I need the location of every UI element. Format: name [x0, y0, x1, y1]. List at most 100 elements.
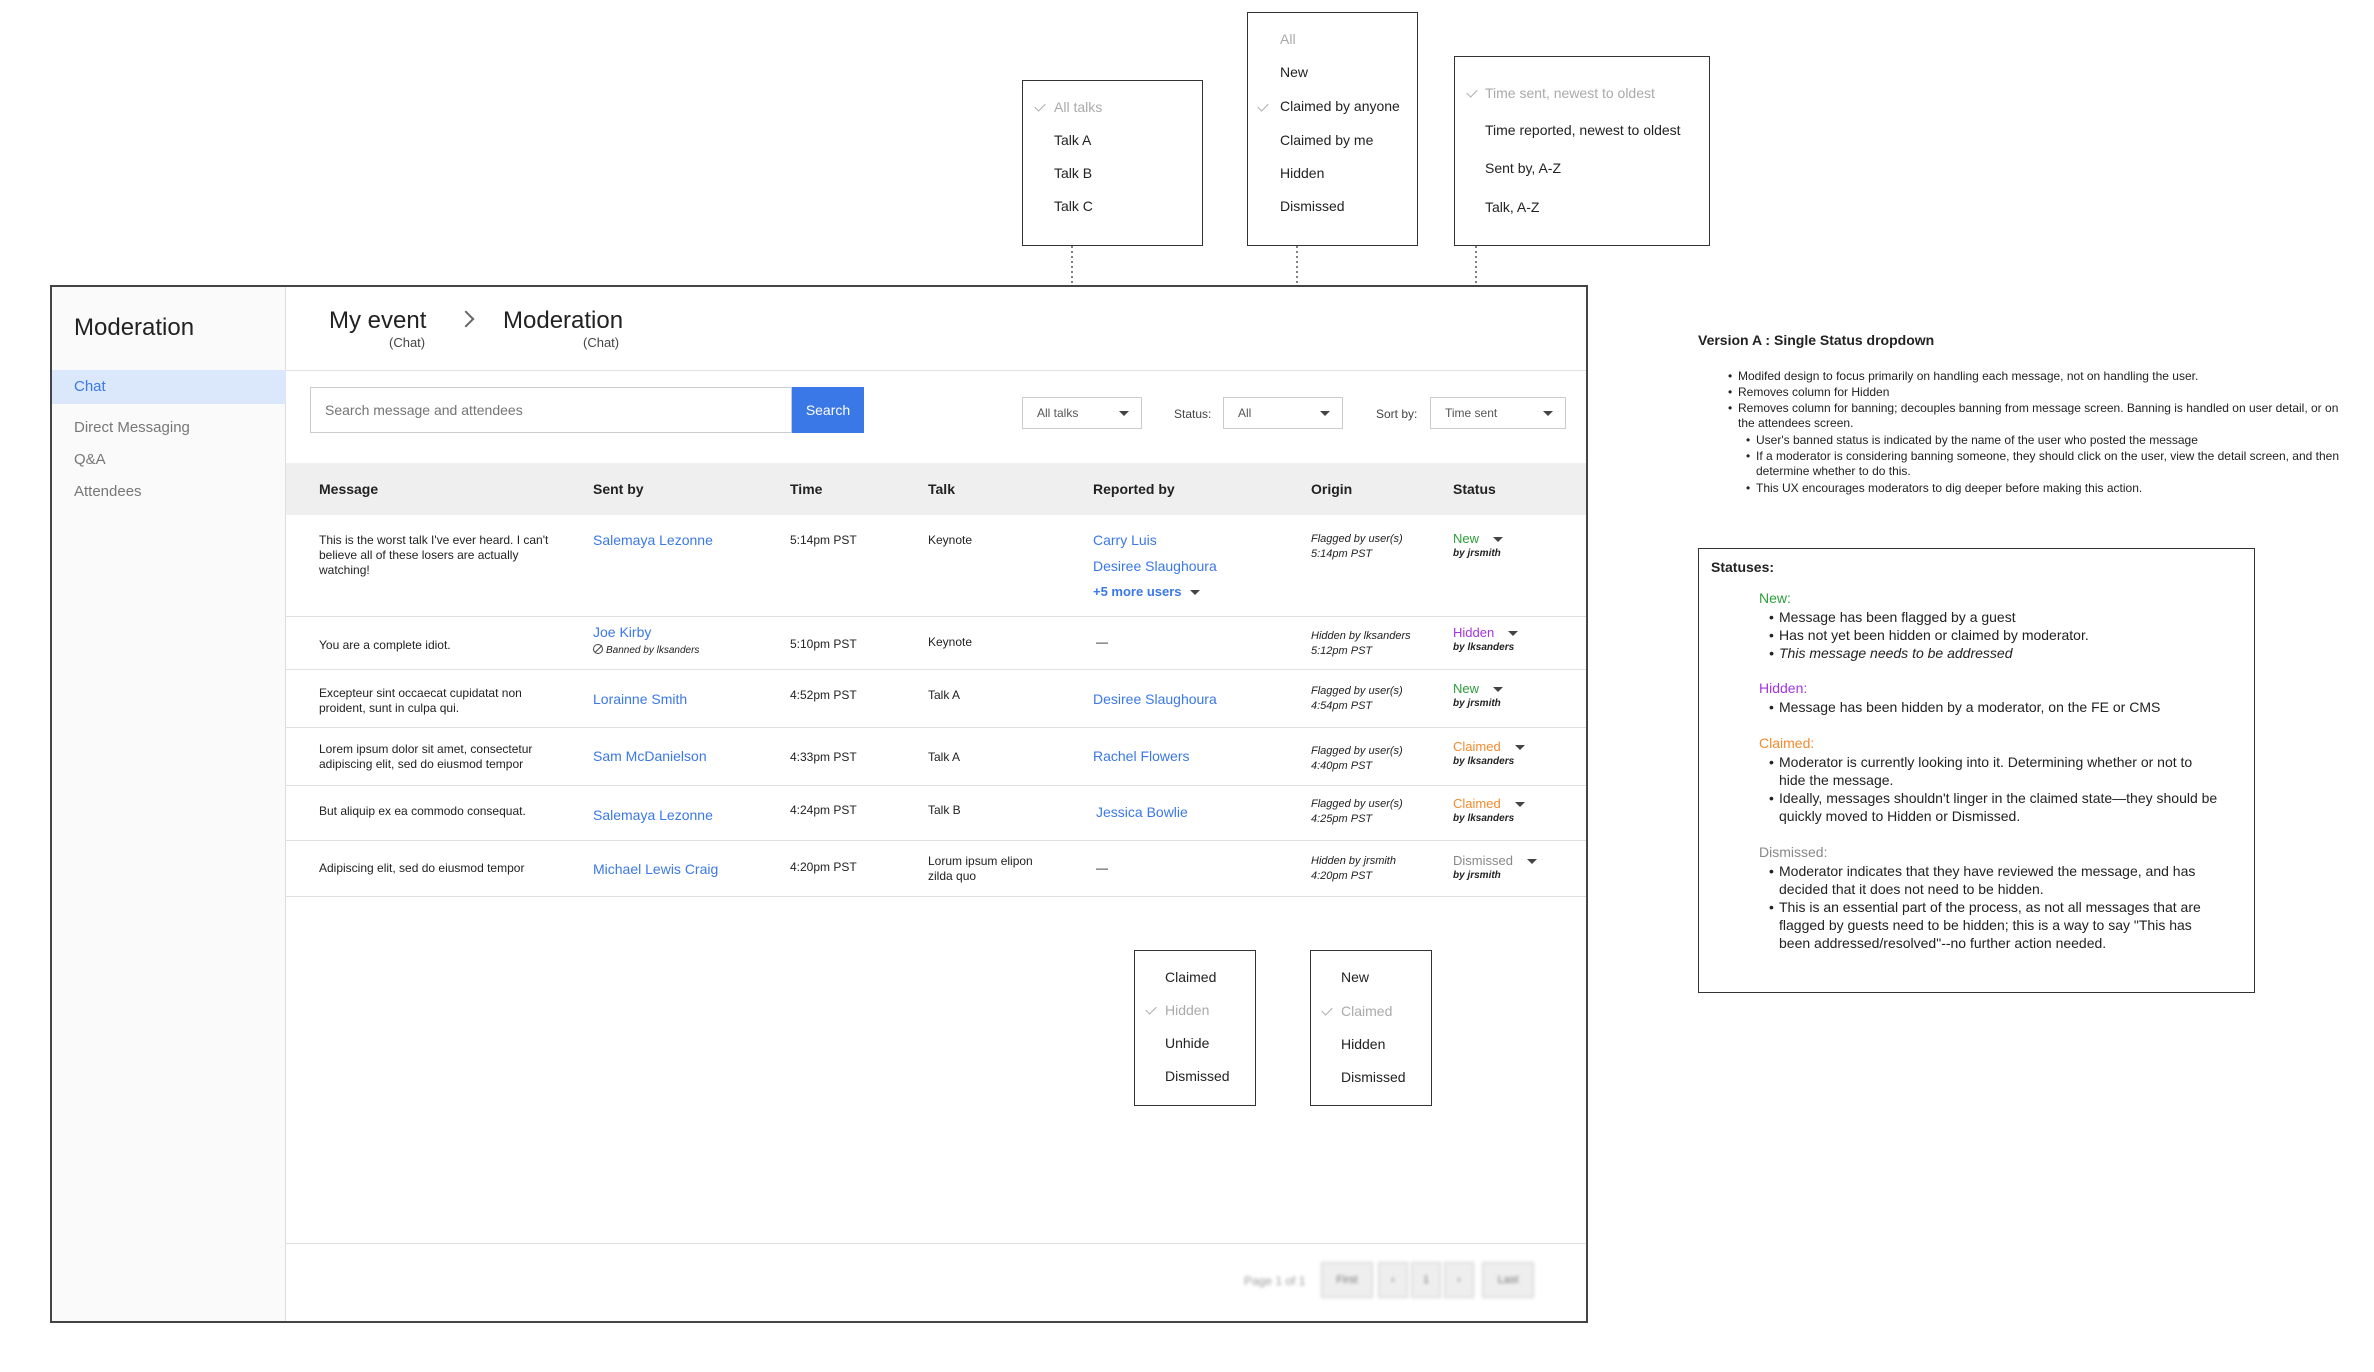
status-dropdown[interactable]: New by jrsmith [1453, 681, 1504, 711]
sort-select[interactable]: Time sent [1430, 397, 1566, 429]
status-new-heading: New: [1759, 590, 1791, 606]
menu-item-new[interactable]: New [1341, 969, 1369, 985]
talk-text: Keynote [928, 635, 973, 649]
menu-item-hidden[interactable]: Hidden [1165, 1002, 1209, 1018]
col-status: Status [1453, 481, 1496, 497]
sidebar-item-direct-messaging[interactable]: Direct Messaging [52, 411, 286, 445]
col-origin: Origin [1311, 481, 1353, 497]
message-text: But aliquip ex ea commodo consequat. [319, 804, 526, 818]
reporter-link[interactable]: Rachel Flowers [1093, 747, 1189, 765]
sender-link[interactable]: Sam McDanielson [593, 747, 707, 765]
more-users-toggle[interactable]: +5 more users [1093, 583, 1200, 601]
breadcrumb-event[interactable]: My event [329, 307, 426, 335]
chevron-right-icon [457, 310, 475, 328]
menu-item-unhide[interactable]: Unhide [1165, 1035, 1209, 1051]
reporter-link[interactable]: Carry Luis [1093, 531, 1157, 549]
col-sent-by: Sent by [593, 481, 644, 497]
caret-down-icon [1493, 537, 1504, 543]
sender-link[interactable]: Joe Kirby [593, 623, 651, 641]
status-dismissed-item: This is an essential part of the process… [1769, 898, 2219, 952]
table-row[interactable]: Excepteur sint occaecat cupidatat non pr… [286, 670, 1586, 728]
status-dropdown[interactable]: Dismissed by jrsmith [1453, 853, 1537, 883]
sidebar-item-chat[interactable]: Chat [52, 370, 286, 404]
talk-text: Talk A [928, 750, 961, 764]
note-bullet: Modifed design to focus primarily on han… [1728, 369, 2358, 384]
talks-dropdown-menu: All talks Talk A Talk B Talk C [1022, 80, 1203, 246]
menu-item-all-talks[interactable]: All talks [1054, 99, 1102, 115]
caret-down-icon [1508, 631, 1519, 637]
pagination: Page 1 of 1 First ‹ 1 › Last [286, 1243, 1586, 1321]
menu-item-claimed-by-anyone[interactable]: Claimed by anyone [1280, 98, 1400, 114]
sender-link[interactable]: Salemaya Lezonne [593, 806, 713, 824]
search-input[interactable] [310, 387, 792, 433]
menu-item-sent-by[interactable]: Sent by, A-Z [1485, 160, 1561, 176]
menu-item-claimed-by-me[interactable]: Claimed by me [1280, 132, 1373, 148]
status-claimed-item: Moderator is currently looking into it. … [1769, 753, 2219, 789]
menu-item-new[interactable]: New [1280, 64, 1308, 80]
statuses-legend: Statuses: New: Message has been flagged … [1698, 548, 2255, 993]
note-sub-bullet: User's banned status is indicated by the… [1746, 433, 2356, 448]
note-bullet: Removes column for banning; decouples ba… [1728, 401, 2358, 431]
time-text: 4:33pm PST [790, 750, 857, 764]
search-button[interactable]: Search [792, 387, 864, 433]
talk-filter-value: All talks [1037, 406, 1079, 420]
menu-item-claimed[interactable]: Claimed [1165, 969, 1216, 985]
reporter-link[interactable]: Jessica Bowlie [1096, 803, 1188, 821]
col-message: Message [319, 481, 379, 497]
last-page-button[interactable]: Last [1482, 1262, 1534, 1298]
message-text: Lorem ipsum dolor sit amet, consectetur … [319, 742, 533, 771]
status-value: New [1453, 681, 1480, 696]
menu-item-dismissed[interactable]: Dismissed [1280, 198, 1345, 214]
prev-page-button[interactable]: ‹ [1378, 1262, 1408, 1298]
status-claimed-item: Ideally, messages shouldn't linger in th… [1769, 789, 2219, 825]
status-value: Dismissed [1453, 853, 1513, 868]
checkmark-icon [1034, 100, 1046, 112]
status-new-item: Message has been flagged by a guest [1769, 608, 2229, 626]
reporter-link[interactable]: Desiree Slaughoura [1093, 690, 1217, 708]
talk-filter-select[interactable]: All talks [1022, 397, 1142, 429]
status-dropdown[interactable]: Claimed by lksanders [1453, 796, 1525, 826]
table-row[interactable]: Adipiscing elit, sed do eiusmod tempor M… [286, 841, 1586, 897]
menu-item-all[interactable]: All [1280, 31, 1296, 47]
first-page-button[interactable]: First [1321, 1262, 1373, 1298]
status-dropdown[interactable]: New by jrsmith [1453, 531, 1504, 561]
message-text: Adipiscing elit, sed do eiusmod tempor [319, 861, 525, 875]
caret-down-icon [1493, 687, 1504, 693]
menu-item-claimed[interactable]: Claimed [1341, 1003, 1392, 1019]
menu-item-talk[interactable]: Talk, A-Z [1485, 199, 1539, 215]
current-page-button[interactable]: 1 [1411, 1262, 1441, 1298]
sender-link[interactable]: Michael Lewis Craig [593, 860, 718, 878]
next-page-button[interactable]: › [1444, 1262, 1474, 1298]
status-dropdown[interactable]: Hidden by lksanders [1453, 625, 1519, 655]
talk-text: Keynote [928, 533, 973, 547]
sender-link[interactable]: Salemaya Lezonne [593, 531, 713, 549]
menu-item-talk-c[interactable]: Talk C [1054, 198, 1093, 214]
breadcrumb-page: Moderation [503, 307, 624, 334]
menu-item-hidden[interactable]: Hidden [1341, 1036, 1385, 1052]
table-row[interactable]: You are a complete idiot. Joe Kirby Bann… [286, 617, 1586, 670]
checkmark-icon [1321, 1004, 1333, 1016]
reporter-link[interactable]: Desiree Slaughoura [1093, 557, 1217, 575]
menu-item-talk-a[interactable]: Talk A [1054, 132, 1091, 148]
status-dropdown[interactable]: Claimed by lksanders [1453, 739, 1525, 769]
status-filter-select[interactable]: All [1223, 397, 1343, 429]
menu-item-time-sent[interactable]: Time sent, newest to oldest [1485, 85, 1655, 101]
sender-link[interactable]: Lorainne Smith [593, 690, 687, 708]
menu-item-dismissed[interactable]: Dismissed [1341, 1069, 1406, 1085]
menu-item-time-reported[interactable]: Time reported, newest to oldest [1485, 122, 1681, 138]
version-title: Version A : Single Status dropdown [1698, 332, 1935, 348]
status-dropdown-menu: All New Claimed by anyone Claimed by me … [1247, 12, 1418, 246]
checkmark-icon [1145, 1003, 1157, 1015]
menu-item-talk-b[interactable]: Talk B [1054, 165, 1092, 181]
status-by: by jrsmith [1453, 548, 1501, 559]
status-dismissed-heading: Dismissed: [1759, 844, 1828, 860]
sidebar-item-attendees[interactable]: Attendees [52, 475, 286, 509]
table-row[interactable]: But aliquip ex ea commodo consequat. Sal… [286, 786, 1586, 841]
menu-item-dismissed[interactable]: Dismissed [1165, 1068, 1230, 1084]
table-row[interactable]: This is the worst talk I've ever heard. … [286, 515, 1586, 617]
menu-item-hidden[interactable]: Hidden [1280, 165, 1324, 181]
table-row[interactable]: Lorem ipsum dolor sit amet, consectetur … [286, 728, 1586, 786]
moderation-app-window: Moderation Chat Direct Messaging Q&A Att… [50, 285, 1588, 1323]
sort-label: Sort by: [1376, 407, 1418, 421]
sidebar-item-qa[interactable]: Q&A [52, 443, 286, 477]
